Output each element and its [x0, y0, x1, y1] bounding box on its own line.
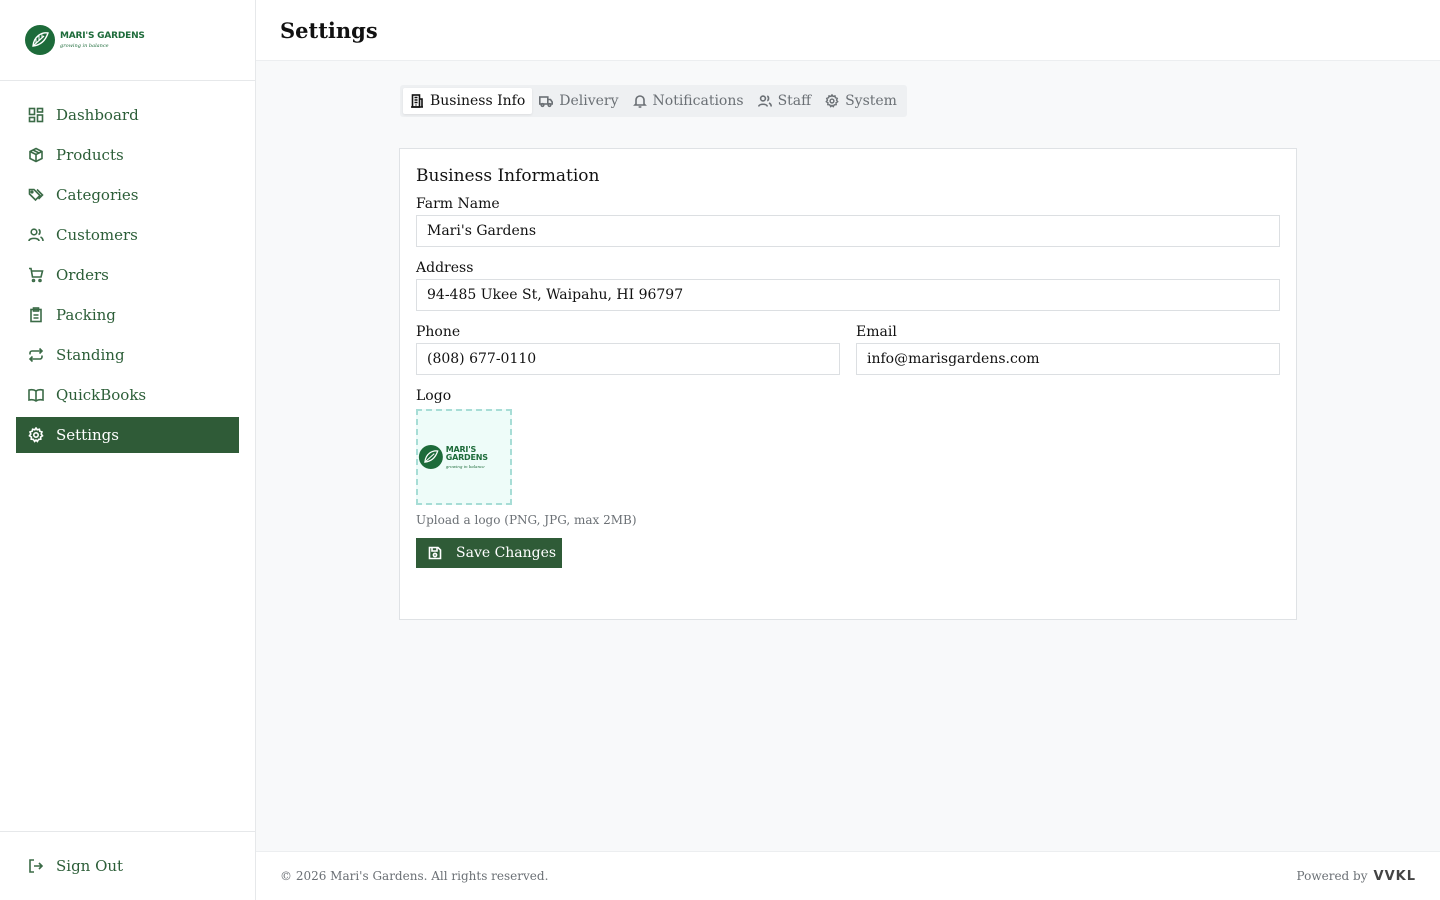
- logo-group: Logo MARI'S GARDENS growing in balance U…: [416, 385, 1280, 529]
- leaf-logo-icon: [25, 25, 55, 55]
- phone-label: Phone: [416, 324, 461, 340]
- address-group: Address: [416, 257, 1280, 311]
- logo-label: Logo: [416, 388, 452, 404]
- logout-icon: [29, 859, 44, 873]
- brand-name: MARI'S GARDENS: [60, 30, 145, 41]
- tab-staff[interactable]: Staff: [751, 88, 819, 114]
- contact-row: Phone Email: [416, 321, 1280, 375]
- tab-system[interactable]: System: [818, 88, 904, 114]
- logo-hint: Upload a logo (PNG, JPG, max 2MB): [416, 513, 637, 527]
- cart-icon: [29, 267, 44, 283]
- email-input[interactable]: [856, 343, 1280, 375]
- address-input[interactable]: [416, 279, 1280, 311]
- sidebar-item-label: Orders: [56, 266, 109, 284]
- page-footer: © 2026 Mari's Gardens. All rights reserv…: [256, 851, 1440, 900]
- powered-by-label: Powered by: [1296, 869, 1368, 883]
- sidebar: MARI'S GARDENS growing in balance Dashbo…: [0, 0, 256, 900]
- tab-delivery[interactable]: Delivery: [532, 88, 625, 114]
- tab-business-info[interactable]: Business Info: [403, 88, 533, 114]
- email-label: Email: [856, 324, 897, 340]
- truck-icon: [539, 96, 554, 108]
- sidebar-item-packing[interactable]: Packing: [16, 297, 239, 333]
- page-title: Settings: [280, 17, 378, 43]
- logo-brand-name: MARI'S GARDENS: [445, 444, 488, 462]
- save-button[interactable]: Save Changes: [416, 538, 562, 568]
- phone-group: Phone: [416, 321, 840, 375]
- bell-icon: [632, 95, 647, 108]
- signout-label: Sign Out: [56, 857, 124, 875]
- logo-upload-dropzone[interactable]: MARI'S GARDENS growing in balance: [416, 409, 512, 505]
- page-header: Settings: [256, 0, 1440, 61]
- sidebar-item-quickbooks[interactable]: QuickBooks: [16, 377, 239, 413]
- tab-notifications[interactable]: Notifications: [626, 88, 751, 114]
- farm-name-group: Farm Name: [416, 193, 1280, 247]
- sidebar-item-label: Settings: [56, 426, 119, 444]
- sidebar-item-label: Categories: [56, 186, 139, 204]
- brand-tagline: growing in balance: [60, 42, 109, 49]
- book-icon: [28, 388, 44, 402]
- sidebar-item-label: Products: [56, 146, 124, 164]
- tab-label: Notifications: [652, 93, 744, 109]
- sidebar-item-standing[interactable]: Standing: [16, 337, 239, 373]
- copyright-text: © 2026 Mari's Gardens. All rights reserv…: [280, 869, 549, 883]
- sidebar-item-dashboard[interactable]: Dashboard: [16, 97, 239, 133]
- business-info-card: Business Information Farm Name Address P…: [399, 148, 1297, 620]
- sidebar-item-label: Customers: [56, 226, 138, 244]
- sidebar-item-categories[interactable]: Categories: [16, 177, 239, 213]
- sidebar-item-products[interactable]: Products: [16, 137, 239, 173]
- powered-by: Powered by VVKL: [1297, 869, 1416, 884]
- sidebar-item-label: Standing: [56, 346, 125, 364]
- tab-label: Business Info: [430, 93, 526, 109]
- dashboard-icon: [28, 107, 44, 123]
- signout-section: Sign Out: [0, 831, 255, 900]
- users-icon: [757, 95, 772, 107]
- tab-label: System: [845, 93, 897, 109]
- email-group: Email: [856, 321, 1280, 375]
- sidebar-item-customers[interactable]: Customers: [16, 217, 239, 253]
- logo-brand-tagline: growing in balance: [445, 463, 485, 469]
- building-icon: [411, 94, 423, 108]
- tags-icon: [28, 188, 44, 202]
- tab-label: Delivery: [559, 93, 619, 109]
- phone-input[interactable]: [416, 343, 840, 375]
- sidebar-item-label: QuickBooks: [56, 386, 147, 404]
- brand-logo[interactable]: MARI'S GARDENS growing in balance: [24, 24, 145, 56]
- card-title: Business Information: [416, 166, 600, 186]
- users-icon: [28, 228, 44, 242]
- sidebar-item-settings[interactable]: Settings: [16, 417, 239, 453]
- farm-name-input[interactable]: [416, 215, 1280, 247]
- settings-tabs: Business Info Delivery Notifications Sta…: [400, 85, 907, 117]
- tab-label: Staff: [777, 93, 812, 109]
- clipboard-icon: [30, 307, 42, 323]
- sidebar-nav: Dashboard Products Categories Customers …: [0, 81, 255, 473]
- vvkl-logo[interactable]: VVKL: [1374, 869, 1416, 884]
- farm-name-label: Farm Name: [416, 196, 500, 212]
- save-label: Save Changes: [456, 545, 557, 561]
- logo-preview: MARI'S GARDENS growing in balance: [418, 438, 510, 476]
- save-icon: [428, 546, 442, 560]
- brand-header: MARI'S GARDENS growing in balance: [0, 0, 255, 81]
- gear-icon: [825, 94, 839, 108]
- sidebar-item-label: Dashboard: [56, 106, 139, 124]
- address-label: Address: [416, 260, 474, 276]
- gear-icon: [28, 427, 44, 443]
- signout-button[interactable]: Sign Out: [16, 848, 239, 884]
- box-icon: [29, 147, 43, 163]
- leaf-logo-icon: [418, 444, 443, 470]
- sidebar-item-orders[interactable]: Orders: [16, 257, 239, 293]
- sidebar-item-label: Packing: [56, 306, 116, 324]
- repeat-icon: [28, 347, 44, 363]
